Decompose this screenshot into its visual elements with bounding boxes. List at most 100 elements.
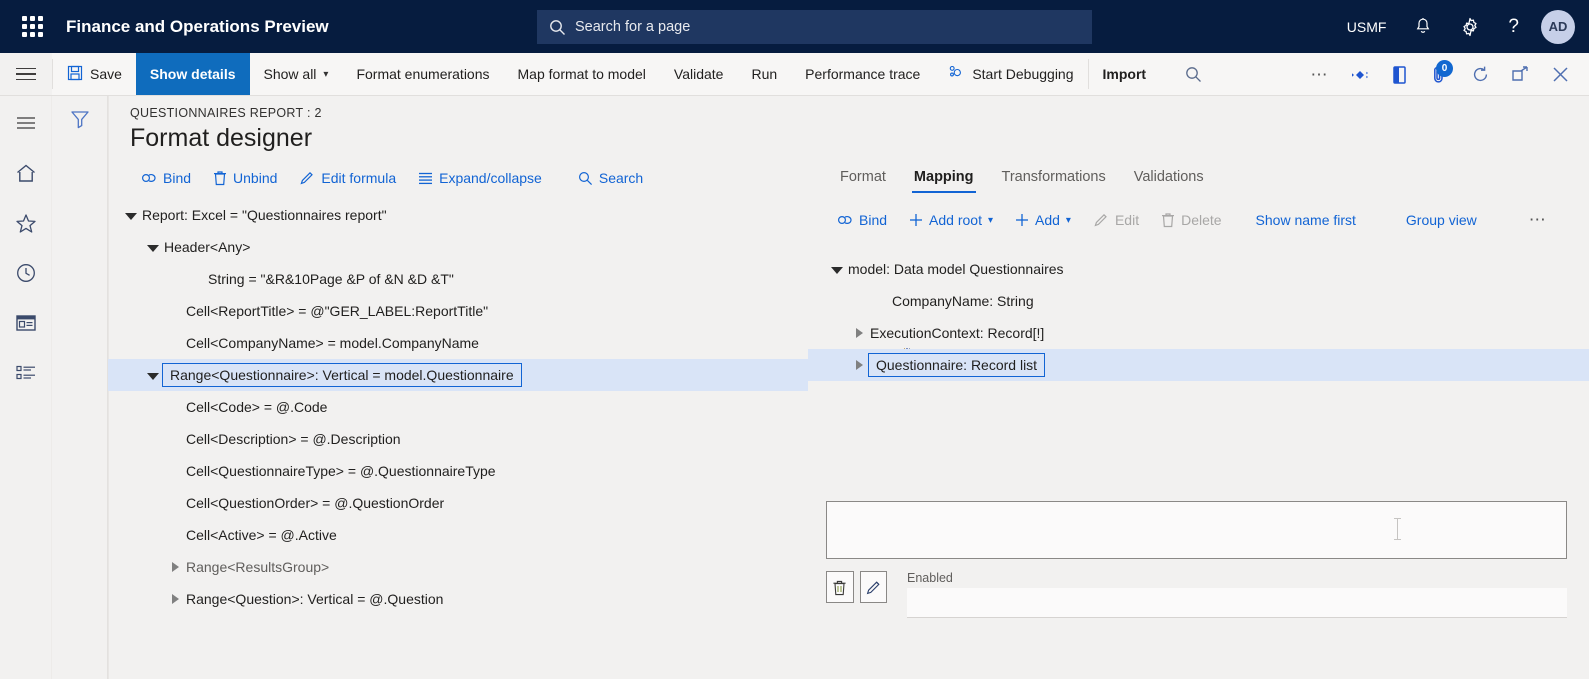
share-icon[interactable] <box>1341 53 1379 96</box>
caret-down-icon[interactable] <box>147 244 159 252</box>
tree-toggle[interactable] <box>826 266 848 274</box>
gear-icon[interactable] <box>1446 0 1494 53</box>
avatar[interactable]: AD <box>1541 9 1575 44</box>
run-label: Run <box>751 66 778 82</box>
tree-row[interactable]: Header<Any> <box>108 231 808 263</box>
tree-row[interactable]: Cell<Description> = @.Description <box>108 423 808 455</box>
attachment-icon[interactable]: 0 <box>1421 53 1459 96</box>
mapping-bind-button[interactable]: Bind <box>826 209 898 231</box>
map-format-to-model-button[interactable]: Map format to model <box>504 53 660 95</box>
help-icon[interactable]: ? <box>1494 0 1533 53</box>
performance-trace-button[interactable]: Performance trace <box>791 53 934 95</box>
tree-toggle[interactable] <box>142 372 164 380</box>
tree-row[interactable]: Cell<ReportTitle> = @"GER_LABEL:ReportTi… <box>108 295 808 327</box>
tree-toggle[interactable] <box>164 594 186 604</box>
tree-row[interactable]: String = "&R&10Page &P of &N &D &T" <box>108 263 808 295</box>
filter-icon[interactable] <box>69 108 91 679</box>
open-in-new-window-icon[interactable] <box>1501 53 1539 96</box>
details-edit-button[interactable] <box>859 571 887 603</box>
tab-format[interactable]: Format <box>826 165 900 193</box>
format-enumerations-button[interactable]: Format enumerations <box>342 53 503 95</box>
show-details-button[interactable]: Show details <box>135 53 250 95</box>
tree-toggle[interactable] <box>120 212 142 220</box>
tree-row-label: Cell<ReportTitle> = @"GER_LABEL:ReportTi… <box>186 303 489 319</box>
formula-textarea[interactable] <box>826 501 1567 559</box>
enabled-input[interactable] <box>907 588 1567 618</box>
tree-row[interactable]: model: Data model Questionnaires <box>808 253 1589 285</box>
details-buttons-row: Enabled <box>826 571 1567 618</box>
tree-row-label: Cell<QuestionOrder> = @.QuestionOrder <box>186 495 445 511</box>
caret-right-icon[interactable] <box>855 360 863 370</box>
caret-right-icon[interactable] <box>855 328 863 338</box>
workspaces-icon[interactable] <box>9 306 43 340</box>
office-app-icon[interactable] <box>1381 53 1419 96</box>
tree-row[interactable]: CompanyName: String <box>808 285 1589 317</box>
mapping-overflow-button[interactable]: ⋯ <box>1518 207 1559 233</box>
edit-formula-button[interactable]: Edit formula <box>288 167 407 189</box>
modules-list-icon[interactable] <box>9 356 43 390</box>
import-button[interactable]: Import <box>1089 53 1161 95</box>
close-icon[interactable] <box>1541 53 1579 96</box>
tree-row[interactable]: ExecutionContext: Record[!] <box>808 317 1589 349</box>
caret-down-icon[interactable] <box>125 212 137 220</box>
tree-row-label: Header<Any> <box>164 239 251 255</box>
tree-row[interactable]: Range<Questionnaire>: Vertical = model.Q… <box>108 359 808 391</box>
bell-icon[interactable] <box>1400 0 1446 53</box>
tree-row[interactable]: Questionnaire: Record list <box>808 349 1589 381</box>
navigation-menu-button[interactable] <box>0 53 52 95</box>
format-bind-button[interactable]: Bind <box>130 167 202 189</box>
format-search-button[interactable]: Search <box>567 167 654 189</box>
breadcrumb: QUESTIONNAIRES REPORT : 2 <box>130 106 322 120</box>
expand-collapse-button[interactable]: Expand/collapse <box>407 167 553 189</box>
caret-right-icon[interactable] <box>171 594 179 604</box>
pencil-icon <box>299 170 315 186</box>
add-button[interactable]: Add ▾ <box>1004 209 1082 231</box>
recent-clock-icon[interactable] <box>9 256 43 290</box>
company-selector[interactable]: USMF <box>1333 0 1401 53</box>
start-debugging-button[interactable]: Start Debugging <box>934 53 1087 95</box>
caret-right-icon[interactable] <box>171 562 179 572</box>
ellipsis-icon[interactable]: ⋯ <box>1301 53 1339 96</box>
run-button[interactable]: Run <box>737 53 791 95</box>
refresh-icon[interactable] <box>1461 53 1499 96</box>
show-name-first-button[interactable]: Show name first <box>1245 209 1367 231</box>
validate-label: Validate <box>673 66 724 82</box>
tab-transformations[interactable]: Transformations <box>988 165 1120 193</box>
tree-row[interactable]: Cell<Active> = @.Active <box>108 519 808 551</box>
add-root-button[interactable]: Add root ▾ <box>898 209 1004 231</box>
tab-validations[interactable]: Validations <box>1120 165 1218 193</box>
validate-button[interactable]: Validate <box>660 53 738 95</box>
app-launcher-icon[interactable] <box>10 16 54 37</box>
group-view-button[interactable]: Group view <box>1395 209 1488 231</box>
home-icon[interactable] <box>9 156 43 190</box>
tree-row[interactable]: Range<Question>: Vertical = @.Question <box>108 583 808 615</box>
tree-row-label: Report: Excel = "Questionnaires report" <box>142 207 387 223</box>
tree-row[interactable]: Cell<CompanyName> = model.CompanyName <box>108 327 808 359</box>
tree-row[interactable]: Cell<Code> = @.Code <box>108 391 808 423</box>
details-delete-button[interactable] <box>826 571 854 603</box>
caret-down-icon[interactable] <box>147 372 159 380</box>
enabled-label: Enabled <box>907 571 953 585</box>
action-pane-right-group: ⋯ 0 <box>1301 53 1589 96</box>
tree-toggle[interactable] <box>848 360 870 370</box>
save-button[interactable]: Save <box>53 53 136 95</box>
format-bind-label: Bind <box>163 170 192 186</box>
mapping-bind-label: Bind <box>859 212 888 228</box>
tree-toggle[interactable] <box>142 244 164 252</box>
global-search-box[interactable]: Search for a page <box>537 10 1092 44</box>
tab-mapping[interactable]: Mapping <box>900 165 988 193</box>
tree-toggle[interactable] <box>164 562 186 572</box>
format-unbind-button[interactable]: Unbind <box>202 167 288 189</box>
show-all-dropdown[interactable]: Show all ▾ <box>250 53 343 95</box>
tree-row[interactable]: Report: Excel = "Questionnaires report" <box>108 199 808 231</box>
tree-row[interactable]: Range<ResultsGroup> <box>108 551 808 583</box>
action-pane-search-button[interactable] <box>1174 53 1212 96</box>
enabled-field-group: Enabled <box>907 571 1567 618</box>
favorites-star-icon[interactable] <box>9 206 43 240</box>
pencil-icon <box>1093 212 1109 228</box>
hamburger-icon[interactable] <box>9 106 43 140</box>
tree-row[interactable]: Cell<QuestionOrder> = @.QuestionOrder <box>108 487 808 519</box>
tree-row[interactable]: Cell<QuestionnaireType> = @.Questionnair… <box>108 455 808 487</box>
caret-down-icon[interactable] <box>831 266 843 274</box>
tree-toggle[interactable] <box>848 328 870 338</box>
